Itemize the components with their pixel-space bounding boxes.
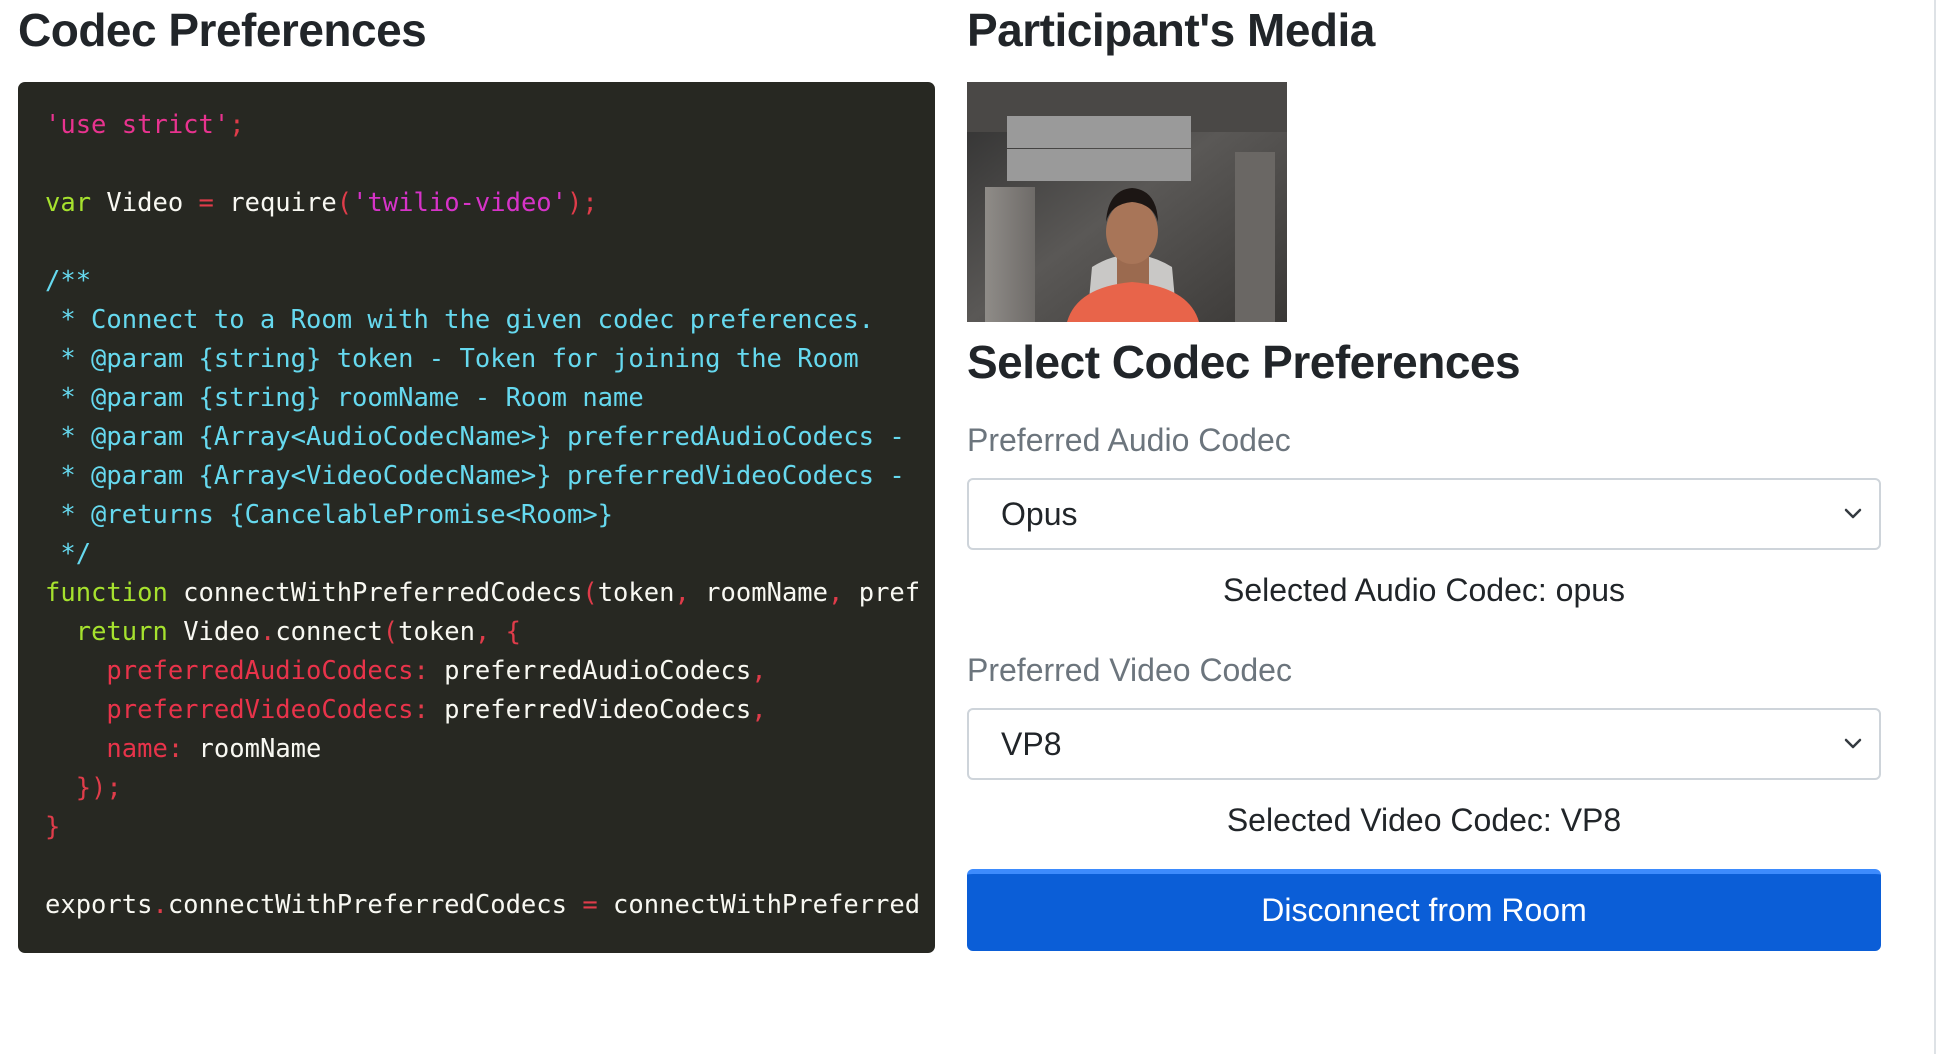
video-codec-select[interactable]: VP8 (967, 708, 1881, 780)
code-token: : (413, 656, 429, 686)
participant-video-frame (967, 82, 1287, 322)
participants-media-title: Participant's Media (967, 4, 1375, 56)
code-token: = (198, 188, 214, 218)
select-codec-preferences-title: Select Codec Preferences (967, 336, 1521, 388)
code-token: , (751, 656, 767, 686)
code-token: , (474, 617, 491, 647)
selected-audio-codec-text: Selected Audio Codec: opus (1222, 572, 1626, 608)
code-token: . (259, 617, 276, 647)
code-comment: * @param {Array<VideoCodecName>} preferr… (45, 461, 905, 491)
code-token: Video (167, 617, 260, 647)
code-token: , (674, 578, 690, 608)
code-token: } (45, 812, 61, 842)
code-token: require (213, 188, 337, 218)
code-token: }); (45, 773, 122, 803)
code-token: var (45, 188, 92, 218)
code-token: function (45, 578, 168, 608)
audio-codec-label: Preferred Audio Codec (967, 422, 1291, 458)
code-token: pref (843, 578, 921, 608)
code-token: connectWithPreferredCodecs (167, 578, 583, 608)
code-block[interactable]: 'use strict'; var Video = require('twili… (18, 82, 935, 953)
code-token: 'use strict' (45, 110, 230, 140)
code-comment: /** (45, 266, 92, 296)
code-token: . (152, 890, 168, 920)
code-token: ( (336, 188, 353, 218)
participant-video (967, 82, 1287, 322)
code-token: ); (567, 188, 598, 218)
code-token: preferredAudioCodecs (106, 656, 414, 686)
code-token: ; (229, 110, 245, 140)
audio-codec-select-value: Opus (1001, 496, 1078, 532)
code-comment: * @returns {CancelablePromise<Room>} (45, 500, 614, 530)
code-token: 'twilio-video' (352, 188, 568, 218)
code-token: : (167, 734, 184, 764)
codec-preferences-title: Codec Preferences (18, 4, 427, 56)
video-codec-select-value: VP8 (1001, 726, 1062, 762)
code-token: ( (582, 578, 598, 608)
code-token: return (75, 617, 168, 647)
code-token: { (490, 617, 521, 647)
code-token: preferredAudioCodecs (428, 656, 752, 686)
window-edge (1934, 0, 1944, 1054)
code-token: Video (91, 188, 199, 218)
code-token: ( (382, 617, 399, 647)
code-token: token (597, 578, 675, 608)
chevron-down-icon (1844, 738, 1862, 749)
code-token: roomName (183, 734, 322, 764)
code-token: preferredVideoCodecs (428, 695, 752, 725)
code-comment: * @param {string} token - Token for join… (45, 344, 859, 374)
selected-video-codec-text: Selected Video Codec: VP8 (1226, 802, 1622, 838)
code-token: name (106, 734, 168, 764)
code-comment: * @param {Array<AudioCodecName>} preferr… (45, 422, 905, 452)
code-token: connectWithPreferredCodecs (167, 890, 583, 920)
code-comment: * @param {string} roomName - Room name (45, 383, 644, 413)
code-token: = (582, 890, 598, 920)
chevron-down-icon (1844, 508, 1862, 519)
code-token: roomName (689, 578, 828, 608)
disconnect-button[interactable]: Disconnect from Room (967, 869, 1881, 951)
code-token: exports (45, 890, 153, 920)
code-token: , (828, 578, 844, 608)
audio-codec-select[interactable]: Opus (967, 478, 1881, 550)
code-token: , (751, 695, 767, 725)
code-comment: */ (45, 539, 92, 569)
code-token: connect (275, 617, 383, 647)
code-comment: * Connect to a Room with the given codec… (45, 305, 875, 335)
code-token: : (413, 695, 429, 725)
code-token: connectWithPreferred (597, 890, 921, 920)
video-codec-label: Preferred Video Codec (967, 652, 1292, 688)
code-token: token (398, 617, 475, 647)
code-text: 'use strict'; var Video = require('twili… (18, 82, 935, 925)
code-token: preferredVideoCodecs (106, 695, 414, 725)
